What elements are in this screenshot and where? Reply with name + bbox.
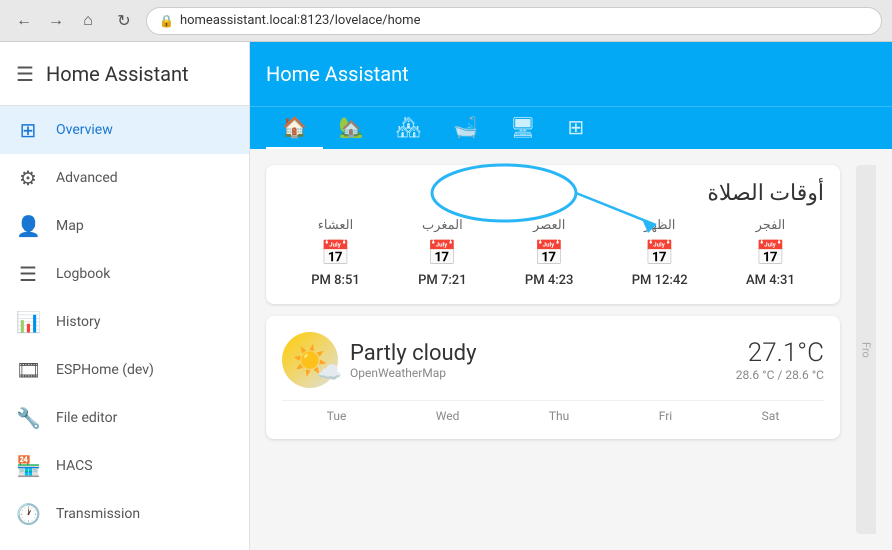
- isha-name: العشاء: [318, 218, 354, 233]
- isha-time: 8:51 PM: [311, 273, 360, 288]
- tab-home[interactable]: 🏠: [266, 107, 323, 149]
- isha-icon: 📅: [321, 239, 351, 267]
- back-button[interactable]: ←: [10, 7, 38, 35]
- main-content: Home Assistant 🏠 🏡 🏘 🛁 🖥 ⊞: [250, 42, 892, 550]
- esphome-label: ESPHome (dev): [56, 362, 154, 378]
- weather-card: ☀️ ☁️ Partly cloudy OpenWeatherMap 27.1°…: [266, 316, 840, 439]
- file-editor-icon: 🔧: [16, 406, 40, 430]
- cards-column: أوقات الصلاة الفجر 📅 4:31 AM الظهر 📅 1: [266, 165, 840, 534]
- sidebar-item-map[interactable]: 👤 Map: [0, 202, 249, 250]
- file-editor-label: File editor: [56, 410, 117, 426]
- weather-icon: ☀️ ☁️: [282, 332, 338, 388]
- weather-temperature: 27.1°C: [736, 338, 824, 368]
- weather-temp-section: 27.1°C 28.6 °C / 28.6 °C: [736, 338, 824, 382]
- menu-icon[interactable]: ☰: [16, 62, 34, 86]
- weather-day-wed: Wed: [436, 409, 460, 423]
- tab-monitor[interactable]: 🖥: [494, 107, 551, 149]
- logbook-label: Logbook: [56, 266, 110, 282]
- forward-button[interactable]: →: [42, 7, 70, 35]
- fajr-name: الفجر: [756, 218, 786, 233]
- weather-day-thu: Thu: [549, 409, 569, 423]
- weather-range: 28.6 °C / 28.6 °C: [736, 368, 824, 382]
- map-label: Map: [56, 218, 84, 234]
- prayer-time-isha: العشاء 📅 8:51 PM: [311, 218, 360, 288]
- asr-time: 4:23 PM: [525, 273, 574, 288]
- history-icon: 📊: [16, 310, 40, 334]
- advanced-label: Advanced: [56, 170, 118, 186]
- nav-buttons: ← → ⌂: [10, 7, 102, 35]
- esphome-icon: 🎞: [16, 358, 40, 382]
- dhuhr-icon: 📅: [645, 239, 675, 267]
- sidebar-item-logbook[interactable]: ☰ Logbook: [0, 250, 249, 298]
- sidebar-item-advanced[interactable]: ⚙ Advanced: [0, 154, 249, 202]
- reload-button[interactable]: ↻: [110, 7, 138, 35]
- asr-name: العصر: [533, 218, 565, 233]
- tab-bar: 🏠 🏡 🏘 🛁 🖥 ⊞: [250, 106, 892, 149]
- dhuhr-time: 12:42 PM: [632, 273, 688, 288]
- weather-day-fri: Fri: [659, 409, 672, 423]
- right-panel-hint: Fro: [856, 165, 876, 534]
- asr-icon: 📅: [534, 239, 564, 267]
- prayer-times-grid: الفجر 📅 4:31 AM الظهر 📅 12:42 PM الع: [282, 218, 824, 288]
- secure-icon: 🔒: [159, 14, 174, 28]
- dhuhr-name: الظهر: [644, 218, 675, 233]
- sidebar-item-hacs[interactable]: 🏪 HACS: [0, 442, 249, 490]
- address-bar[interactable]: 🔒 homeassistant.local:8123/lovelace/home: [146, 7, 882, 35]
- sidebar-item-file-editor[interactable]: 🔧 File editor: [0, 394, 249, 442]
- prayer-card-title: أوقات الصلاة: [282, 181, 824, 206]
- right-panel-text: Fro: [860, 342, 873, 358]
- overview-icon: ⊞: [16, 118, 40, 142]
- sidebar: ☰ Home Assistant ⊞ Overview ⚙ Advanced 👤…: [0, 42, 250, 550]
- prayer-times-card: أوقات الصلاة الفجر 📅 4:31 AM الظهر 📅 1: [266, 165, 840, 304]
- transmission-label: Transmission: [56, 506, 140, 522]
- fajr-icon: 📅: [755, 239, 785, 267]
- weather-main: ☀️ ☁️ Partly cloudy OpenWeatherMap 27.1°…: [282, 332, 824, 388]
- browser-chrome: ← → ⌂ ↻ 🔒 homeassistant.local:8123/lovel…: [0, 0, 892, 42]
- logbook-icon: ☰: [16, 262, 40, 286]
- content-area: أوقات الصلاة الفجر 📅 4:31 AM الظهر 📅 1: [250, 149, 892, 550]
- home-button[interactable]: ⌂: [74, 7, 102, 35]
- weather-info: Partly cloudy OpenWeatherMap: [350, 341, 724, 380]
- main-header-title: Home Assistant: [266, 62, 409, 86]
- maghrib-time: 7:21 PM: [418, 273, 467, 288]
- prayer-time-fajr: الفجر 📅 4:31 AM: [746, 218, 795, 288]
- prayer-time-dhuhr: الظهر 📅 12:42 PM: [632, 218, 688, 288]
- sidebar-item-overview[interactable]: ⊞ Overview: [0, 106, 249, 154]
- overview-label: Overview: [56, 122, 113, 138]
- tab-grid[interactable]: ⊞: [552, 107, 601, 149]
- url-text: homeassistant.local:8123/lovelace/home: [180, 13, 421, 28]
- hacs-icon: 🏪: [16, 454, 40, 478]
- sidebar-header: ☰ Home Assistant: [0, 42, 249, 106]
- hacs-label: HACS: [56, 458, 93, 474]
- main-header: Home Assistant: [250, 42, 892, 106]
- tab-house[interactable]: 🏡: [323, 107, 380, 149]
- advanced-icon: ⚙: [16, 166, 40, 190]
- weather-day-sat: Sat: [762, 409, 780, 423]
- map-icon: 👤: [16, 214, 40, 238]
- fajr-time: 4:31 AM: [746, 273, 795, 288]
- transmission-icon: 🕐: [16, 502, 40, 526]
- tab-bath[interactable]: 🛁: [437, 107, 494, 149]
- sidebar-item-transmission[interactable]: 🕐 Transmission: [0, 490, 249, 538]
- sidebar-app-title: Home Assistant: [46, 62, 189, 86]
- weather-day-tue: Tue: [327, 409, 347, 423]
- cloud-overlay-icon: ☁️: [317, 360, 342, 384]
- sidebar-item-history[interactable]: 📊 History: [0, 298, 249, 346]
- weather-source: OpenWeatherMap: [350, 366, 724, 380]
- prayer-time-maghrib: المغرب 📅 7:21 PM: [418, 218, 467, 288]
- weather-days: Tue Wed Thu Fri Sat: [282, 400, 824, 423]
- weather-condition: Partly cloudy: [350, 341, 724, 366]
- maghrib-name: المغرب: [422, 218, 463, 233]
- maghrib-icon: 📅: [427, 239, 457, 267]
- history-label: History: [56, 314, 101, 330]
- sidebar-nav: ⊞ Overview ⚙ Advanced 👤 Map ☰ Logbook 📊 …: [0, 106, 249, 550]
- sidebar-item-esphome[interactable]: 🎞 ESPHome (dev): [0, 346, 249, 394]
- app-layout: ☰ Home Assistant ⊞ Overview ⚙ Advanced 👤…: [0, 42, 892, 550]
- prayer-time-asr: العصر 📅 4:23 PM: [525, 218, 574, 288]
- tab-building[interactable]: 🏘: [380, 107, 437, 149]
